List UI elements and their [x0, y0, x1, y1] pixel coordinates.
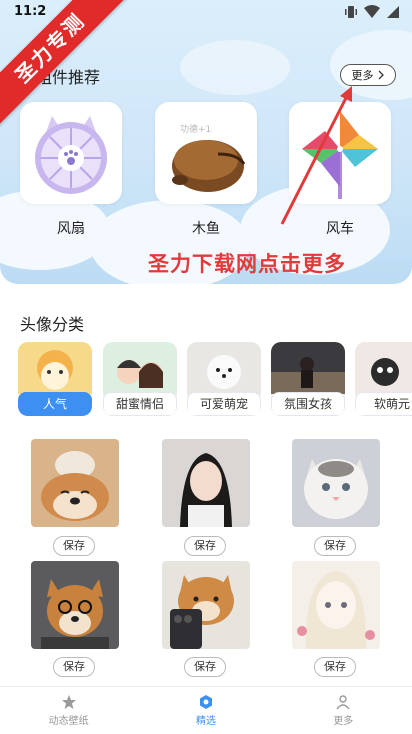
girl-portrait-image — [162, 439, 250, 527]
bottom-nav: 动态壁纸 精选 更多 — [0, 686, 412, 734]
chevron-right-icon — [378, 70, 384, 80]
widget-fan[interactable] — [20, 102, 122, 204]
save-button[interactable]: 保存 — [53, 536, 95, 556]
annotation-arrow — [280, 86, 352, 225]
category-label: 可爱萌宠 — [187, 392, 261, 416]
category-popular[interactable]: 人气 — [18, 342, 92, 416]
avatar-image[interactable] — [292, 561, 380, 649]
nav-item-more[interactable]: 更多 — [275, 687, 412, 734]
save-button[interactable]: 保存 — [184, 657, 226, 677]
save-button[interactable]: 保存 — [314, 657, 356, 677]
category-pets-thumbnail — [187, 342, 261, 394]
shiba-sleeping-image — [31, 439, 119, 527]
category-soft-thumbnail — [355, 342, 412, 394]
anime-girl-image — [292, 561, 380, 649]
fan-icon — [35, 116, 107, 194]
nav-item-label: 精选 — [195, 716, 216, 727]
shiba-phone-image — [162, 561, 250, 649]
widget-wooden-fish-label: 木鱼 — [192, 221, 220, 237]
avatar-section-title: 头像分类 — [20, 315, 85, 334]
save-button[interactable]: 保存 — [184, 536, 226, 556]
star-icon — [61, 695, 76, 709]
signal-icon — [387, 6, 399, 18]
category-pets[interactable]: 可爱萌宠 — [187, 342, 261, 416]
wooden-fish-icon: 功德+1 — [172, 123, 246, 192]
vibrate-icon — [345, 6, 357, 18]
category-label: 氛围女孩 — [271, 392, 345, 416]
nav-item-label: 更多 — [333, 716, 354, 727]
shiba-glasses-image — [31, 561, 119, 649]
widget-wooden-fish[interactable]: 功德+1 — [155, 102, 257, 204]
nav-item-live-wallpaper[interactable]: 动态壁纸 — [0, 687, 137, 734]
category-girls-thumbnail — [271, 342, 345, 394]
avatar-image[interactable] — [31, 561, 119, 649]
person-icon — [336, 695, 350, 710]
widget-fan-label: 风扇 — [57, 221, 85, 237]
status-icons — [344, 5, 400, 19]
category-soft[interactable]: 软萌元 — [355, 342, 412, 416]
app-screen: 11:2 组件推荐 更多 风扇 功德+1 木鱼 风车 圣力专测 圣力下载网点击更… — [0, 0, 412, 734]
save-button[interactable]: 保存 — [314, 536, 356, 556]
white-cat-image — [292, 439, 380, 527]
category-label: 人气 — [18, 392, 92, 416]
promo-text[interactable]: 圣力下载网点击更多 — [148, 248, 346, 278]
category-popular-thumbnail — [18, 342, 92, 394]
avatar-image[interactable] — [292, 439, 380, 527]
status-time: 11:2 — [14, 4, 47, 19]
category-couple[interactable]: 甜蜜情侣 — [103, 342, 177, 416]
category-label: 软萌元 — [355, 392, 412, 416]
hexagon-icon — [199, 695, 212, 709]
category-label: 甜蜜情侣 — [103, 392, 177, 416]
nav-item-label: 动态壁纸 — [48, 716, 89, 727]
avatar-image[interactable] — [162, 561, 250, 649]
avatar-image[interactable] — [31, 439, 119, 527]
nav-item-featured[interactable]: 精选 — [137, 687, 274, 734]
wooden-fish-merit-text: 功德+1 — [180, 123, 211, 135]
avatar-image[interactable] — [162, 439, 250, 527]
category-couple-thumbnail — [103, 342, 177, 394]
category-girls[interactable]: 氛围女孩 — [271, 342, 345, 416]
save-button[interactable]: 保存 — [53, 657, 95, 677]
wifi-icon — [364, 5, 380, 18]
